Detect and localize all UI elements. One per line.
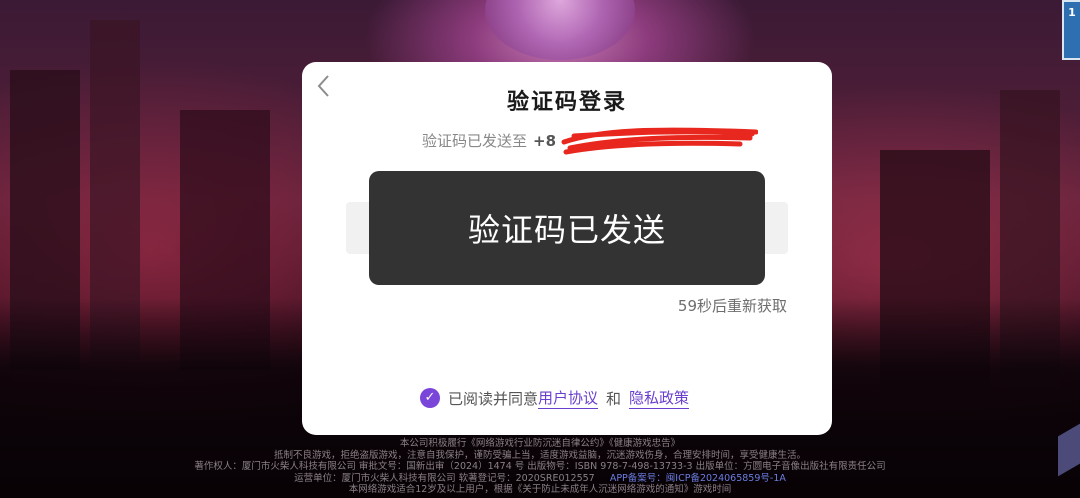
check-circle-icon[interactable]: ✓ (420, 388, 440, 408)
icp-link[interactable]: APP备案号：闽ICP备2024065859号-1A (610, 473, 786, 484)
age-rating-badge: 1 (1062, 0, 1080, 60)
footer-line: 运营单位：厦门市火柴人科技有限公司 软著登记号：2020SRE012557 AP… (0, 473, 1080, 485)
footer-operator: 运营单位：厦门市火柴人科技有限公司 软著登记号：2020SRE012557 (294, 472, 595, 484)
sent-prefix: 验证码已发送至 (422, 132, 528, 150)
footer-line: 本公司积极履行《网络游戏行业防沉迷自律公约》《健康游戏忠告》 (399, 438, 681, 449)
legal-footer: 本公司积极履行《网络游戏行业防沉迷自律公约》《健康游戏忠告》 抵制不良游戏，拒绝… (0, 438, 1080, 496)
privacy-policy-link[interactable]: 隐私政策 (629, 387, 690, 409)
agreement-conjunction: 和 (606, 389, 622, 408)
phone-number: +8 (533, 132, 557, 150)
footer-line: 本网络游戏适合12岁及以上用户，根据《关于防止未成年人沉迷网络游戏的通知》游戏时… (348, 484, 732, 495)
user-agreement-link[interactable]: 用户协议 (538, 387, 599, 409)
phone-redaction-mark (561, 127, 758, 155)
footer-line: 著作权人：厦门市火柴人科技有限公司 审批文号：国新出审（2024）1474 号 … (194, 461, 886, 472)
sent-to-text: 验证码已发送至 +8 (422, 130, 556, 151)
footer-line: 抵制不良游戏，拒绝盗版游戏，注意自我保护，谨防受骗上当，适度游戏益脑，沉迷游戏伤… (273, 449, 806, 461)
agreement-prefix: 已阅读并同意 (448, 389, 539, 408)
agreement-row: ✓ 已阅读并同意 用户协议 和 隐私政策 (420, 387, 690, 409)
dialog-title: 验证码登录 (506, 90, 627, 115)
resend-countdown: 59秒后重新获取 (677, 297, 787, 315)
toast-message: 验证码已发送 (369, 171, 765, 285)
